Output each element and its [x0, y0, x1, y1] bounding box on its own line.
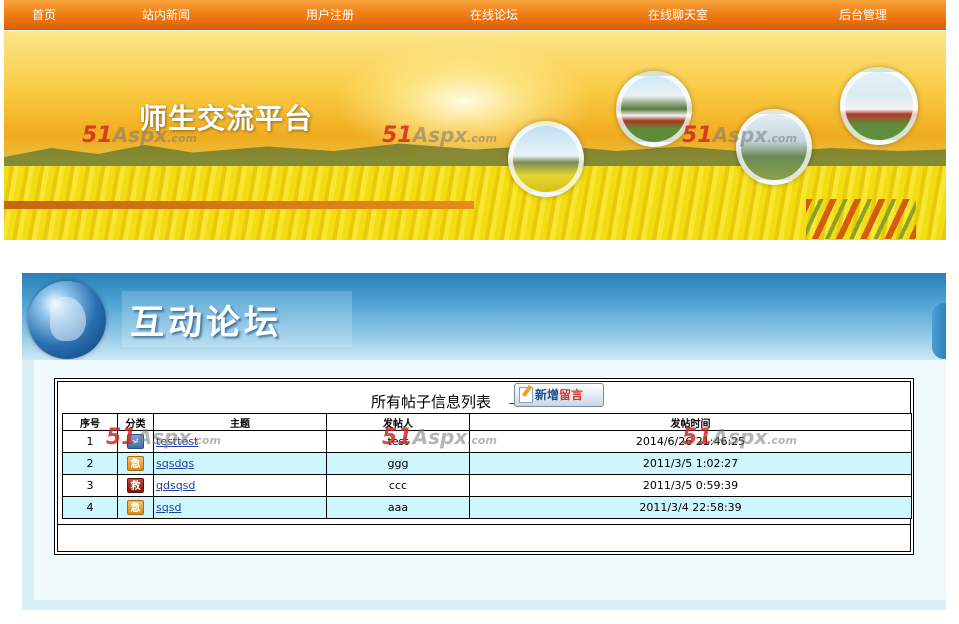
forum-title: 互动论坛 [130, 303, 282, 343]
post-no: 2 [62, 452, 118, 475]
post-subject: sqsd [153, 496, 327, 519]
post-category: ↵ [117, 430, 154, 453]
new-button-label-part1: 新增 [535, 388, 560, 402]
nav-news[interactable]: 站内新闻 [142, 6, 190, 23]
site-title: 师生交流平台 [139, 102, 314, 135]
posts-table: 序号 分类 主题 发帖人 发帖时间 1 ↵ testtest test 2014… [62, 413, 912, 519]
post-author: aaa [326, 496, 470, 519]
col-header-author: 发帖人 [326, 413, 470, 431]
table-row: 1 ↵ testtest test 2014/6/26 21:46:25 [62, 430, 912, 453]
post-category: 急 [117, 496, 154, 519]
col-header-time: 发帖时间 [469, 413, 912, 431]
post-subject: qdsqsd [153, 474, 327, 497]
post-subject-link[interactable]: sqsd [156, 501, 181, 514]
banner-photo-1 [508, 121, 584, 197]
nav-forum[interactable]: 在线论坛 [470, 6, 518, 23]
col-header-category: 分类 [117, 413, 154, 431]
category-help-icon: 救 [127, 478, 144, 493]
edit-icon [519, 387, 533, 403]
table-row: 3 救 qdsqsd ccc 2011/3/5 0:59:39 [62, 474, 912, 497]
post-category: 急 [117, 452, 154, 475]
banner-stripes [806, 199, 916, 239]
post-subject-link[interactable]: testtest [156, 435, 198, 448]
table-header-row: 序号 分类 主题 发帖人 发帖时间 [62, 413, 912, 431]
table-row: 2 急 sqsdqs ggg 2011/3/5 1:02:27 [62, 452, 912, 475]
globe-icon [28, 281, 106, 359]
header-banner: 师生交流平台 51Aspx.com 51Aspx.com 51Aspx.com [4, 31, 946, 240]
category-urgent-icon: 急 [127, 500, 144, 515]
category-normal-icon: ↵ [127, 434, 144, 449]
banner-band [4, 201, 474, 209]
nav-home[interactable]: 首页 [32, 6, 56, 23]
post-time: 2014/6/26 21:46:25 [469, 430, 912, 453]
post-subject-link[interactable]: qdsqsd [156, 479, 195, 492]
post-time: 2011/3/4 22:58:39 [469, 496, 912, 519]
post-time: 2011/3/5 0:59:39 [469, 474, 912, 497]
nav-admin[interactable]: 后台管理 [839, 6, 887, 23]
header-cap [932, 303, 946, 359]
new-button-label-part2: 留言 [559, 388, 584, 402]
new-message-button[interactable]: 新增留言 [514, 383, 604, 407]
banner-photo-2 [616, 71, 692, 147]
nav-chatroom[interactable]: 在线聊天室 [648, 6, 708, 23]
nav-register[interactable]: 用户注册 [306, 6, 354, 23]
col-header-no: 序号 [62, 413, 118, 431]
category-urgent-icon: 急 [127, 456, 144, 471]
post-time: 2011/3/5 1:02:27 [469, 452, 912, 475]
post-author: ggg [326, 452, 470, 475]
post-category: 救 [117, 474, 154, 497]
list-footer [58, 524, 910, 551]
col-header-subject: 主题 [153, 413, 327, 431]
forum-panel: 互动论坛 所有帖子信息列表 新增留言 序号 分类 主题 发帖人 发帖时间 1 ↵… [22, 273, 946, 610]
list-title-row: 所有帖子信息列表 新增留言 [58, 382, 910, 412]
post-subject-link[interactable]: sqsdqs [156, 457, 194, 470]
forum-header: 互动论坛 [22, 273, 946, 360]
post-list-inner: 所有帖子信息列表 新增留言 序号 分类 主题 发帖人 发帖时间 1 ↵ test… [57, 381, 912, 552]
post-list-box: 所有帖子信息列表 新增留言 序号 分类 主题 发帖人 发帖时间 1 ↵ test… [54, 378, 914, 555]
watermark-main: 51 [82, 123, 113, 148]
list-title: 所有帖子信息列表 [371, 393, 492, 411]
banner-photo-4 [840, 67, 918, 145]
post-no: 3 [62, 474, 118, 497]
post-author: ccc [326, 474, 470, 497]
table-row: 4 急 sqsd aaa 2011/3/4 22:58:39 [62, 496, 912, 519]
post-subject: sqsdqs [153, 452, 327, 475]
top-nav: 首页 站内新闻 用户注册 在线论坛 在线聊天室 后台管理 [4, 0, 946, 30]
banner-photo-3 [736, 109, 812, 185]
post-no: 1 [62, 430, 118, 453]
post-author: test [326, 430, 470, 453]
post-subject: testtest [153, 430, 327, 453]
post-no: 4 [62, 496, 118, 519]
